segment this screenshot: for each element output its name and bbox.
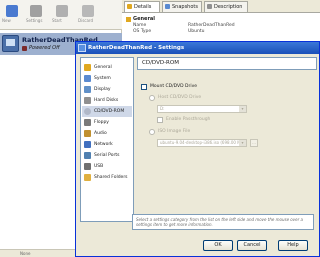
host-drive-label: Host CD/DVD Drive [158, 95, 202, 100]
shared-folder-icon [84, 174, 91, 181]
category-network[interactable]: Network [82, 139, 132, 150]
dialog-body: General System Display Hard Disks CD/DVD… [80, 57, 317, 222]
settings-gear-icon [30, 5, 42, 17]
cancel-button[interactable]: Cancel [237, 240, 267, 251]
mount-drive-checkbox[interactable] [141, 84, 147, 90]
iso-image-select[interactable]: ubuntu-9.04-desktop-i386.iso (698.00 MB)… [157, 139, 247, 147]
settings-button-label: Settings [26, 18, 43, 23]
category-cd-dvd-rom[interactable]: CD/DVD-ROM [82, 106, 132, 117]
host-drive-value: D: [160, 106, 165, 111]
new-button[interactable]: New [2, 2, 22, 28]
details-general-header: General [133, 16, 155, 22]
category-serial-ports[interactable]: Serial Ports [82, 150, 132, 161]
mount-drive-label: Mount CD/DVD Drive [150, 84, 198, 89]
category-label: CD/DVD-ROM [94, 109, 125, 114]
category-system[interactable]: System [82, 73, 132, 84]
discard-button[interactable]: Discard [78, 2, 98, 28]
general-icon [126, 17, 131, 22]
start-button[interactable]: Start [52, 2, 72, 28]
serial-port-icon [84, 152, 91, 159]
host-drive-select[interactable]: D: ▾ [157, 105, 247, 113]
main-toolbar: New Settings Start Discard [0, 0, 122, 30]
category-hard-disks[interactable]: Hard Disks [82, 95, 132, 106]
chevron-down-icon: ▾ [239, 106, 246, 112]
tab-details[interactable]: Details [124, 1, 160, 12]
cd-dvd-icon [84, 108, 91, 115]
details-ostype-value: Ubuntu [188, 29, 205, 34]
category-floppy[interactable]: Floppy [82, 117, 132, 128]
tab-details-label: Details [134, 4, 152, 10]
category-display[interactable]: Display [82, 84, 132, 95]
settings-page: CD/DVD-ROM Mount CD/DVD Drive Host CD/DV… [137, 57, 317, 222]
hard-disk-icon [84, 97, 91, 104]
category-label: System [94, 76, 111, 81]
settings-button[interactable]: Settings [26, 2, 46, 28]
dialog-title-bar[interactable]: RatherDeadThanRed - Settings [76, 42, 319, 54]
details-panel: General Name RatherDeadThanRed OS Type U… [122, 12, 320, 42]
category-list: General System Display Hard Disks CD/DVD… [80, 57, 134, 222]
category-audio[interactable]: Audio [82, 128, 132, 139]
page-title: CD/DVD-ROM [137, 57, 317, 70]
details-ostype-key: OS Type [133, 29, 152, 34]
new-button-label: New [2, 18, 11, 23]
tab-description-label: Description [214, 4, 243, 10]
category-label: Serial Ports [94, 153, 120, 158]
network-icon [84, 141, 91, 148]
category-label: Display [94, 87, 111, 92]
hint-box: Select a settings category from the list… [132, 214, 314, 230]
category-label: Audio [94, 131, 107, 136]
ok-button[interactable]: OK [203, 240, 233, 251]
audio-icon [84, 130, 91, 137]
vm-os-icon [2, 35, 19, 52]
category-general[interactable]: General [82, 62, 132, 73]
tab-snapshots[interactable]: Snapshots [162, 1, 202, 12]
host-drive-radio[interactable] [149, 95, 155, 101]
details-name-value: RatherDeadThanRed [188, 23, 235, 28]
snapshots-tab-icon [165, 4, 170, 9]
category-label: USB [94, 164, 104, 169]
settings-dialog: RatherDeadThanRed - Settings General Sys… [75, 41, 320, 257]
tab-snapshots-label: Snapshots [172, 4, 198, 10]
details-name-key: Name [133, 23, 147, 28]
chevron-down-icon: ▾ [239, 140, 246, 146]
status-text: None [20, 251, 31, 256]
display-icon [84, 86, 91, 93]
start-arrow-icon [56, 5, 68, 17]
passthrough-label: Enable Passthrough [166, 117, 211, 122]
category-usb[interactable]: USB [82, 161, 132, 172]
description-tab-icon [207, 4, 212, 9]
new-vm-icon [6, 5, 18, 17]
system-icon [84, 75, 91, 82]
powered-off-icon [22, 46, 27, 51]
category-label: Network [94, 142, 113, 147]
general-icon [84, 64, 91, 71]
start-button-label: Start [52, 18, 62, 23]
details-tab-icon [127, 4, 132, 9]
category-label: Hard Disks [94, 98, 119, 103]
discard-button-label: Discard [78, 18, 94, 23]
category-shared-folders[interactable]: Shared Folders [82, 172, 132, 183]
category-label: Shared Folders [94, 175, 128, 180]
category-label: Floppy [94, 120, 109, 125]
tab-description[interactable]: Description [204, 1, 248, 12]
vm-state: Powered Off [29, 45, 60, 51]
iso-image-label: ISO Image File [158, 129, 191, 134]
passthrough-checkbox[interactable] [157, 117, 163, 123]
discard-icon [82, 5, 94, 17]
category-label: General [94, 65, 112, 70]
dialog-title: RatherDeadThanRed - Settings [88, 45, 185, 51]
iso-image-value: ubuntu-9.04-desktop-i386.iso (698.00 MB) [160, 140, 245, 145]
virtualbox-icon [78, 44, 86, 52]
floppy-icon [84, 119, 91, 126]
usb-icon [84, 163, 91, 170]
help-button[interactable]: Help [278, 240, 308, 251]
iso-image-radio[interactable] [149, 129, 155, 135]
details-tabs: Details Snapshots Description [122, 0, 320, 12]
browse-iso-button[interactable]: … [250, 139, 258, 147]
